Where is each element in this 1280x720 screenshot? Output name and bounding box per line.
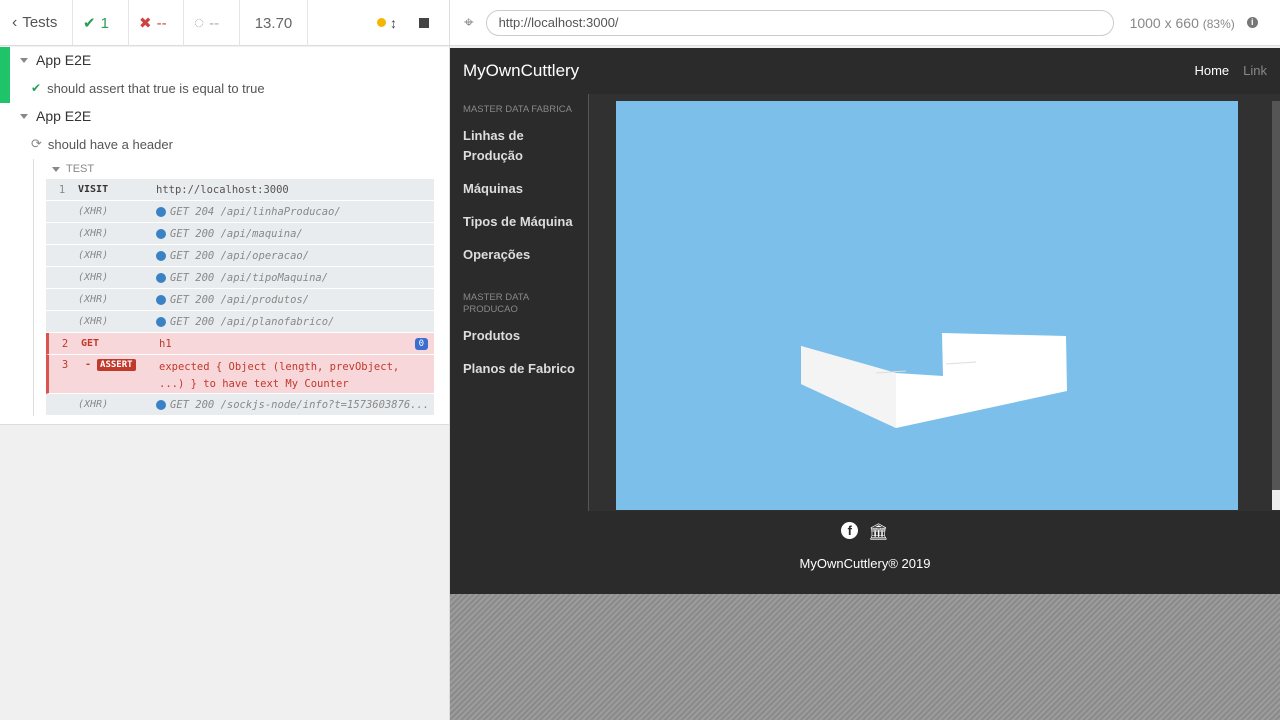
pending-count: ◌ -- bbox=[184, 0, 240, 46]
auto-scroll-toggle[interactable]: ↕ bbox=[377, 15, 397, 31]
info-icon[interactable]: i bbox=[1246, 17, 1258, 28]
passed-count: ✔ 1 bbox=[73, 0, 129, 46]
main-content bbox=[588, 94, 1280, 511]
reporter-header: ‹ Tests ✔ 1 ✖ -- ◌ -- 13.70 ↕ bbox=[0, 0, 449, 46]
back-to-tests-button[interactable]: ‹ Tests bbox=[0, 0, 73, 45]
sidebar-item-planos-fabrico[interactable]: Planos de Fabrico bbox=[463, 359, 583, 379]
command-row[interactable]: (XHR) GET 200 /api/maquina/ bbox=[46, 223, 434, 245]
viewport-size: 1000 x 660 (83%) bbox=[1129, 14, 1235, 31]
xhr-dot-icon bbox=[156, 294, 166, 305]
reporter-body: App E2E ✔ should assert that true is equ… bbox=[0, 47, 449, 425]
circle-notch-icon: ◌ bbox=[194, 13, 205, 32]
command-row[interactable]: (XHR) GET 200 /api/operacao/ bbox=[46, 245, 434, 267]
command-row[interactable]: (XHR) GET 204 /api/linhaProducao/ bbox=[46, 201, 434, 223]
url-input[interactable]: http://localhost:3000/ bbox=[485, 9, 1114, 36]
command-row[interactable]: (XHR) GET 200 /sockjs-node/info?t=157360… bbox=[46, 394, 434, 416]
caret-down-icon bbox=[52, 166, 60, 172]
app-sidebar: MASTER DATA FABRICA Linhas de Produção M… bbox=[463, 104, 583, 392]
test-section-label[interactable]: TEST bbox=[46, 159, 434, 179]
caret-down-icon bbox=[20, 113, 28, 119]
app-brand[interactable]: MyOwnCuttlery bbox=[463, 61, 579, 81]
command-row[interactable]: 1 VISIT http://localhost:3000 bbox=[46, 179, 434, 201]
arrows-vertical-icon: ↕ bbox=[390, 14, 397, 31]
suite-title-row[interactable]: App E2E bbox=[0, 47, 449, 73]
xhr-dot-icon bbox=[156, 272, 166, 283]
app-frame: MyOwnCuttlery Home Link MASTER DATA FABR… bbox=[450, 48, 1280, 594]
duration: 13.70 bbox=[240, 0, 308, 46]
app-navbar: MyOwnCuttlery Home Link bbox=[450, 48, 1280, 93]
chevron-left-icon: ‹ bbox=[12, 13, 18, 31]
copyright-text: MyOwnCuttlery® 2019 bbox=[799, 556, 931, 571]
status-dot-icon bbox=[377, 18, 386, 27]
suite-2: App E2E ⟳ should have a header TEST 1 VI… bbox=[0, 103, 449, 416]
test-row-running[interactable]: ⟳ should have a header bbox=[0, 129, 449, 159]
viewport-empty-area bbox=[450, 594, 1280, 720]
suite-1: App E2E ✔ should assert that true is equ… bbox=[0, 47, 449, 103]
command-log: TEST 1 VISIT http://localhost:3000 (XHR)… bbox=[33, 159, 434, 416]
url-bar: ⌖ http://localhost:3000/ 1000 x 660 (83%… bbox=[450, 0, 1280, 46]
sidebar-heading: MASTER DATA PRODUCAO bbox=[463, 292, 529, 315]
scrollbar[interactable] bbox=[1272, 101, 1280, 510]
command-row[interactable]: (XHR) GET 200 /api/planofabrico/ bbox=[46, 311, 434, 333]
stop-icon[interactable] bbox=[419, 17, 429, 28]
xhr-dot-icon bbox=[156, 228, 166, 239]
sidebar-item-maquinas[interactable]: Máquinas bbox=[463, 179, 583, 199]
check-icon: ✔ bbox=[83, 15, 96, 32]
failed-count: ✖ -- bbox=[129, 0, 184, 46]
institution-icon[interactable]: 🏛 bbox=[868, 522, 888, 542]
tests-label: Tests bbox=[22, 14, 58, 31]
sidebar-item-linhas-producao[interactable]: Linhas de Produção bbox=[463, 126, 583, 166]
pass-indicator-bar bbox=[0, 47, 10, 103]
xhr-dot-icon bbox=[156, 399, 166, 410]
refresh-icon: ⟳ bbox=[31, 136, 42, 151]
3d-scene-canvas[interactable] bbox=[616, 101, 1238, 510]
command-row[interactable]: (XHR) GET 200 /api/tipoMaquina/ bbox=[46, 267, 434, 289]
nav-link-home[interactable]: Home bbox=[1194, 63, 1229, 78]
facebook-icon[interactable]: f bbox=[841, 522, 859, 539]
xhr-dot-icon bbox=[156, 250, 166, 261]
element-count-badge: 0 bbox=[414, 337, 428, 350]
command-row-failed-get[interactable]: 2 GET h1 0 bbox=[46, 333, 434, 355]
suite-title-row[interactable]: App E2E bbox=[0, 103, 449, 129]
app-footer: f 🏛 MyOwnCuttlery® 2019 bbox=[450, 522, 1280, 571]
crosshair-icon[interactable]: ⌖ bbox=[464, 13, 474, 33]
sidebar-item-operacoes[interactable]: Operações bbox=[463, 245, 583, 265]
sidebar-item-produtos[interactable]: Produtos bbox=[463, 326, 583, 346]
xhr-dot-icon bbox=[156, 316, 166, 327]
command-row-failed-assert[interactable]: 3 - ASSERT expected { Object (length, pr… bbox=[46, 355, 434, 394]
cross-icon: ✖ bbox=[139, 15, 152, 32]
command-row[interactable]: (XHR) GET 200 /api/produtos/ bbox=[46, 289, 434, 311]
assert-tag: ASSERT bbox=[97, 359, 136, 371]
check-icon: ✔ bbox=[31, 81, 42, 95]
test-reporter: ‹ Tests ✔ 1 ✖ -- ◌ -- 13.70 ↕ App E2E ✔ … bbox=[0, 0, 450, 720]
scrollbar-thumb[interactable] bbox=[1272, 490, 1280, 510]
nav-link-link[interactable]: Link bbox=[1243, 63, 1267, 78]
app-preview: ⌖ http://localhost:3000/ 1000 x 660 (83%… bbox=[450, 0, 1280, 720]
sidebar-heading: MASTER DATA FABRICA bbox=[463, 104, 572, 115]
test-row-passed[interactable]: ✔ should assert that true is equal to tr… bbox=[0, 73, 449, 103]
caret-down-icon bbox=[20, 57, 28, 63]
factory-floor-model bbox=[801, 333, 1067, 428]
sidebar-item-tipos-maquina[interactable]: Tipos de Máquina bbox=[463, 212, 583, 232]
xhr-dot-icon bbox=[156, 206, 166, 217]
